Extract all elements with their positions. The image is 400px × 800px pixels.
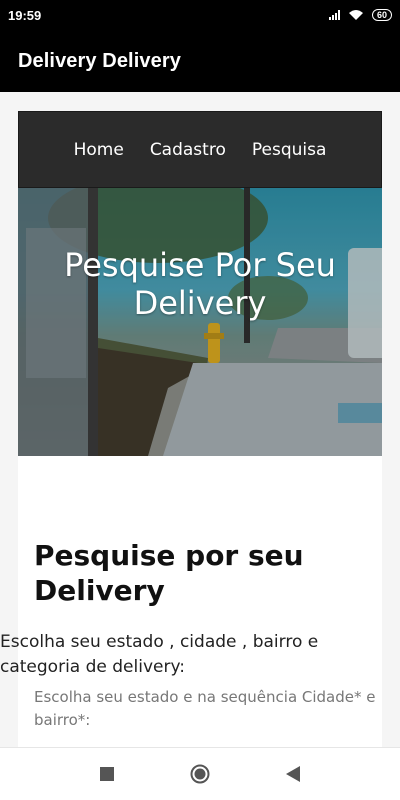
home-button[interactable] [180,754,220,794]
nav-link-home[interactable]: Home [74,140,124,160]
back-icon [286,766,301,782]
app-title: Delivery Delivery [18,49,181,72]
recent-apps-button[interactable] [87,754,127,794]
section-description: Escolha seu estado , cidade , bairro e c… [0,632,319,677]
home-icon [190,764,210,784]
section-hint: Escolha seu estado e na sequência Cidade… [34,688,376,729]
app-bar: Delivery Delivery [0,30,400,92]
status-time: 19:59 [8,7,42,23]
wifi-icon [348,10,363,20]
nav-link-pesquisa[interactable]: Pesquisa [252,140,327,160]
page-card: Home Cadastro Pesquisa Pesquise Por Seu … [0,111,382,747]
back-button[interactable] [273,754,313,794]
system-nav-bar [0,747,400,800]
signal-icon [328,10,340,20]
battery-icon: 60 [371,9,392,21]
site-nav: Home Cadastro Pesquisa [18,111,382,188]
search-section: Pesquise por seu Delivery Escolha seu es… [0,456,382,732]
phone-screen: 19:59 60 Delivery Delivery Home Cadastro… [0,0,400,800]
section-title: Pesquise por seu Delivery [34,539,304,607]
status-bar: 19:59 60 [0,0,400,30]
hero-banner: Pesquise Por Seu Delivery [18,188,382,456]
recent-apps-icon [99,767,114,781]
hero-background-image [18,188,382,456]
nav-link-cadastro[interactable]: Cadastro [150,140,226,160]
hero-title: Pesquise Por Seu Delivery [64,246,336,322]
status-icons: 60 [328,9,392,21]
webview-content[interactable]: Home Cadastro Pesquisa Pesquise Por Seu … [0,92,400,747]
